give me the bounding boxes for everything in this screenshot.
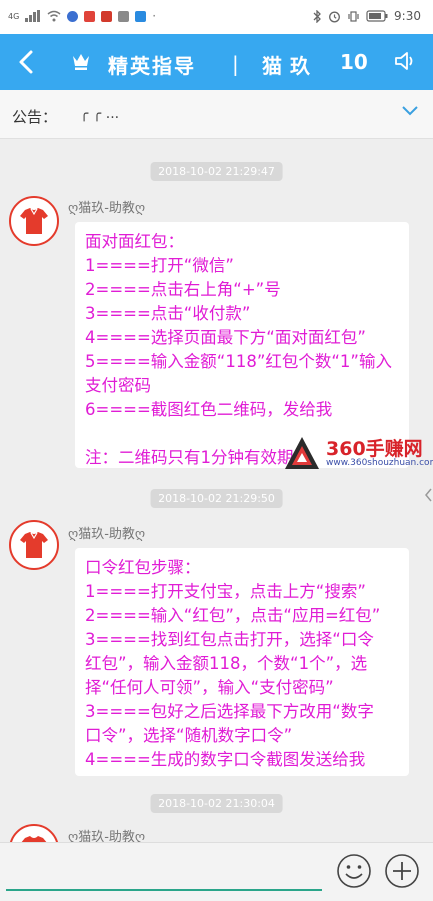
back-arrow-icon[interactable]	[14, 48, 40, 76]
avatar[interactable]	[9, 520, 59, 570]
plus-icon[interactable]	[384, 853, 420, 889]
message-line: 支付密码	[85, 376, 151, 395]
more-dots-icon: ·	[152, 9, 157, 23]
app-notification-icon	[101, 10, 113, 22]
app-notification-icon	[118, 10, 130, 22]
status-right: 9:30	[312, 9, 421, 23]
app-notification-icon	[67, 10, 79, 22]
vibrate-icon	[348, 10, 359, 22]
status-bar: 4G · 9:30	[0, 0, 433, 34]
emoji-icon[interactable]	[336, 853, 372, 889]
message-line: 1====打开“微信”	[85, 256, 234, 275]
group-title: 精英指导	[108, 54, 196, 78]
message-line: 口令”，选择“随机数字口令”	[85, 726, 293, 745]
input-underline	[6, 889, 322, 891]
watermark-brand: 360手赚网	[326, 438, 423, 460]
message-line: 1====打开支付宝，点击上方“搜索”	[85, 582, 366, 601]
message-input[interactable]	[6, 851, 322, 889]
speaker-icon[interactable]	[393, 49, 417, 73]
shirt-icon	[20, 532, 48, 558]
clock: 9:30	[394, 9, 421, 23]
message-line: 口令红包步骤：	[85, 558, 201, 577]
message-timestamp: 2018-10-02 21:30:04	[150, 794, 283, 813]
message-line: 2====输入“红包”，点击“应用=红包”	[85, 606, 381, 625]
header-divider: |	[232, 52, 239, 76]
message-line: 3====找到红包点击打开，选择“口令	[85, 630, 374, 649]
app-notification-icon	[135, 10, 147, 22]
message-bubble[interactable]: 口令红包步骤： 1====打开支付宝，点击上方“搜索” 2====输入“红包”，…	[75, 548, 409, 776]
signal-icon	[25, 10, 41, 22]
chevron-down-icon[interactable]	[401, 104, 419, 118]
input-bar	[0, 842, 433, 901]
message-line: 择“任何人可领”，输入“支付密码”	[85, 678, 334, 697]
scroll-handle-icon[interactable]	[423, 486, 433, 504]
shirt-icon	[20, 208, 48, 234]
watermark: 360手赚网 www.360shouzhuan.com	[282, 432, 433, 476]
wifi-icon	[47, 10, 61, 22]
message-line: 2====点击右上角“+”号	[85, 280, 281, 299]
crown-icon	[73, 54, 89, 70]
announcement-label: 公告：	[12, 108, 58, 126]
user-name: 猫玖	[262, 54, 318, 78]
message-line: 面对面红包：	[85, 232, 184, 251]
battery-icon	[366, 10, 388, 22]
message-line: 红包”，输入金额118，个数“1个”，选	[85, 654, 368, 673]
message-line: 3====点击“收付款”	[85, 304, 251, 323]
announcement-bar[interactable]: 公告： ╭ ╭ ...	[0, 90, 433, 139]
sender-name: ღ猫玖-助教ღ	[68, 201, 146, 216]
watermark-url: www.360shouzhuan.com	[326, 458, 433, 468]
status-left: 4G ·	[8, 9, 156, 23]
avatar[interactable]	[9, 196, 59, 246]
message-line: 5====输入金额“118”红包个数“1”输入	[85, 352, 392, 371]
message-timestamp: 2018-10-02 21:29:50	[150, 489, 283, 508]
network-type: 4G	[8, 11, 20, 21]
sender-name: ღ猫玖-助教ღ	[68, 527, 146, 542]
app-notification-icon	[84, 10, 96, 22]
chat-header: 精英指导 | 猫玖 10	[0, 34, 433, 90]
message-line: 4====选择页面最下方“面对面红包”	[85, 328, 366, 347]
member-count: 10	[340, 50, 368, 74]
message-timestamp: 2018-10-02 21:29:47	[150, 162, 283, 181]
announcement-text: ╭ ╭ ...	[80, 106, 120, 122]
alarm-icon	[329, 11, 340, 22]
message-line: 6====截图红色二维码，发给我	[85, 400, 333, 419]
watermark-logo-icon	[285, 437, 319, 469]
message-line: 3====包好之后选择最下方改用“数字	[85, 702, 374, 721]
bluetooth-icon	[313, 9, 321, 23]
message-line: 4====生成的数字口令截图发送给我	[85, 750, 366, 769]
